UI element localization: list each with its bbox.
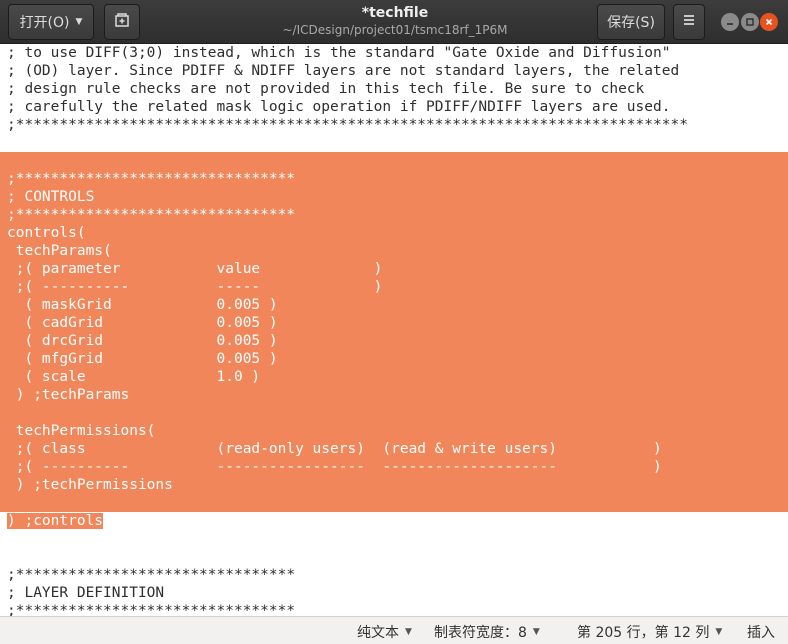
- editor-line-selected: ;********************************: [0, 170, 788, 188]
- editor-line-selected: ( mfgGrid 0.005 ): [0, 350, 788, 368]
- insert-mode-indicator: 插入: [747, 622, 775, 642]
- editor-line-selected: ; CONTROLS: [0, 188, 788, 206]
- editor-line-selected: ;( class (read-only users) (read & write…: [0, 440, 788, 458]
- editor-line: ; design rule checks are not provided in…: [7, 81, 645, 97]
- editor-line-selected: [0, 494, 788, 512]
- insert-mode-label: 插入: [747, 625, 775, 641]
- tab-width-label: 制表符宽度：8: [434, 625, 527, 641]
- syntax-label: 纯文本: [357, 625, 399, 641]
- editor-line-selected: controls(: [0, 224, 788, 242]
- new-document-icon: [114, 12, 130, 32]
- maximize-button[interactable]: [741, 13, 759, 31]
- editor-line-selected: ;********************************: [0, 206, 788, 224]
- editor-line-selected: ( scale 1.0 ): [0, 368, 788, 386]
- text-editor[interactable]: ; to use DIFF(3;0) instead, which is the…: [0, 44, 788, 616]
- window-subtitle: ~/ICDesign/project01/tsmc18rf_1P6M: [282, 23, 508, 37]
- editor-line-selected: ( drcGrid 0.005 ): [0, 332, 788, 350]
- editor-line-selected: ) ;techPermissions: [0, 476, 788, 494]
- editor-line: ; LAYER DEFINITION: [7, 585, 165, 601]
- new-document-button[interactable]: [104, 4, 140, 40]
- editor-line-selected: [0, 152, 788, 170]
- syntax-selector[interactable]: 纯文本 ▼: [357, 622, 412, 642]
- chevron-down-icon: ▼: [75, 17, 83, 27]
- editor-line: ;***************************************…: [7, 117, 688, 133]
- cursor-position-label: 第 205 行，第 12 列: [577, 625, 710, 641]
- editor-line: ; (OD) layer. Since PDIFF & NDIFF layers…: [7, 63, 680, 79]
- close-button[interactable]: [760, 13, 778, 31]
- editor-line-selected: ;( ---------- ----- ): [0, 278, 788, 296]
- cursor-position-selector[interactable]: 第 205 行，第 12 列 ▼: [577, 622, 722, 642]
- save-button-label: 保存(S): [607, 15, 655, 31]
- editor-line-selected-partial: ) ;controls: [0, 512, 788, 530]
- menu-button[interactable]: [673, 4, 705, 40]
- maximize-icon: [746, 18, 754, 26]
- editor-line-selected: ( maskGrid 0.005 ): [0, 296, 788, 314]
- editor-line: ; carefully the related mask logic opera…: [7, 99, 671, 115]
- close-icon: [765, 18, 773, 26]
- editor-line: ;********************************: [7, 603, 296, 616]
- window-title-area: *techfile ~/ICDesign/project01/tsmc18rf_…: [250, 4, 540, 38]
- open-button-label: 打开(O): [19, 15, 70, 31]
- window-title: *techfile: [361, 5, 429, 21]
- open-button[interactable]: 打开(O) ▼: [8, 4, 94, 40]
- editor-line-selected: [0, 404, 788, 422]
- editor-line-selected: techPermissions(: [0, 422, 788, 440]
- hamburger-menu-icon: [682, 13, 696, 31]
- chevron-down-icon: ▼: [405, 627, 412, 637]
- selected-text: ) ;controls: [7, 513, 104, 529]
- chevron-down-icon: ▼: [532, 627, 540, 637]
- minimize-button[interactable]: [721, 13, 739, 31]
- editor-line-selected: ;( parameter value ): [0, 260, 788, 278]
- editor-line-selected: ;( ---------- ----------------- --------…: [0, 458, 788, 476]
- editor-line-selected: ( cadGrid 0.005 ): [0, 314, 788, 332]
- minimize-icon: [727, 23, 733, 25]
- tab-width-selector[interactable]: 制表符宽度：8 ▼: [434, 622, 540, 642]
- chevron-down-icon: ▼: [715, 627, 723, 637]
- editor-line: ; to use DIFF(3;0) instead, which is the…: [7, 45, 671, 61]
- editor-line-selected: ) ;techParams: [0, 386, 788, 404]
- editor-line: ;********************************: [7, 567, 296, 583]
- status-bar: 纯文本 ▼ 制表符宽度：8 ▼ 第 205 行，第 12 列 ▼ 插入: [0, 616, 788, 644]
- save-button[interactable]: 保存(S): [597, 4, 665, 40]
- editor-line-selected: techParams(: [0, 242, 788, 260]
- header-bar: 打开(O) ▼ *techfile ~/ICDesign/project01/t…: [0, 0, 788, 44]
